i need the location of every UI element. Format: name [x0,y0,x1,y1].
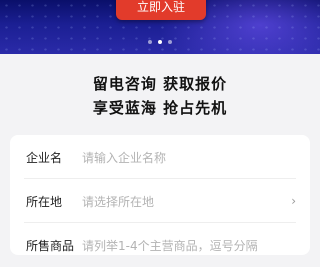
carousel-dot-3[interactable] [168,40,172,44]
products-label: 所售商品 [26,238,75,253]
company-label: 企业名 [26,150,63,165]
carousel-dot-1[interactable] [148,40,152,44]
location-select[interactable]: 请选择所在地 [82,193,154,210]
carousel-dot-2[interactable] [158,40,162,44]
company-row[interactable]: 企业名 请输入企业名称 [10,135,310,179]
products-input[interactable]: 请列举1-4个主营商品，逗号分隔 [82,237,258,254]
chevron-right-icon[interactable]: › [291,194,296,208]
products-row[interactable]: 所售商品 请列举1-4个主营商品，逗号分隔 [10,223,310,267]
headline-line-1: 留电咨询 获取报价 [92,75,228,93]
headline: 留电咨询 获取报价 享受蓝海 抢占先机 [0,72,320,120]
carousel-indicator [0,40,320,44]
hero-banner[interactable]: 立即入驻 [0,0,320,54]
location-label: 所在地 [26,194,63,209]
location-row[interactable]: 所在地 请选择所在地 › [10,179,310,223]
registration-form: 企业名 请输入企业名称 所在地 请选择所在地 › 所售商品 请列举1-4个主营商… [10,135,310,255]
headline-line-2: 享受蓝海 抢占先机 [92,99,228,117]
company-input[interactable]: 请输入企业名称 [82,149,166,166]
join-now-button[interactable]: 立即入驻 [116,0,206,20]
